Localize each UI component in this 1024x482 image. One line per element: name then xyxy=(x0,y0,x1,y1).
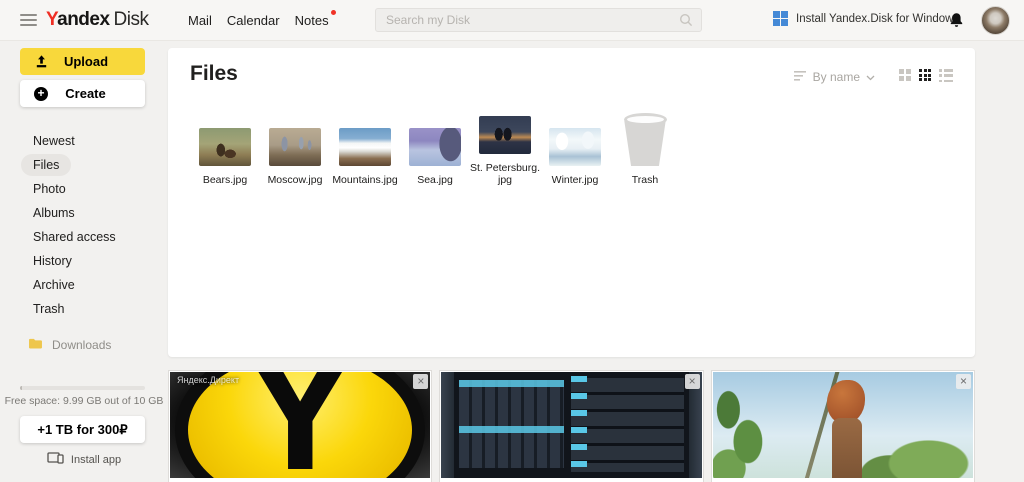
file-tile-moscow[interactable]: Moscow.jpg xyxy=(260,110,330,186)
trash-tile[interactable]: Trash xyxy=(610,110,680,186)
nav-calendar[interactable]: Calendar xyxy=(227,13,280,28)
upload-icon xyxy=(34,54,49,69)
downloads-label: Downloads xyxy=(52,338,111,352)
sidebar-item-files[interactable]: Files xyxy=(0,153,168,177)
view-toggle-group xyxy=(899,69,953,82)
install-windows-label: Install Yandex.Disk for Windows xyxy=(796,13,959,25)
sidebar-item-albums[interactable]: Albums xyxy=(0,201,168,225)
sidebar: Upload + Create Newest Files Photo Album… xyxy=(0,41,168,482)
file-name: Bears.jpg xyxy=(186,174,264,186)
folder-icon xyxy=(28,337,43,352)
sidebar-item-downloads[interactable]: Downloads xyxy=(28,337,111,352)
ad-banner-servers[interactable]: × xyxy=(439,370,703,482)
install-app-link[interactable]: Install app xyxy=(0,452,168,467)
file-name: Moscow.jpg xyxy=(256,174,334,186)
file-tile-mountains[interactable]: Mountains.jpg xyxy=(330,110,400,186)
hamburger-menu-icon[interactable] xyxy=(20,14,37,26)
upgrade-label: +1 TB for 300₽ xyxy=(37,422,127,438)
page-title: Files xyxy=(190,62,238,86)
file-thumbnail xyxy=(269,128,321,166)
view-grid-small-button[interactable] xyxy=(919,69,932,82)
search-input[interactable] xyxy=(376,13,679,27)
file-name: St. Petersburg. jpg xyxy=(466,162,544,186)
file-name: Mountains.jpg xyxy=(326,174,404,186)
upgrade-storage-button[interactable]: +1 TB for 300₽ xyxy=(20,416,145,443)
nav-notes[interactable]: Notes xyxy=(295,13,329,28)
sidebar-item-newest[interactable]: Newest xyxy=(0,129,168,153)
chevron-down-icon xyxy=(866,70,875,84)
logo-letter-y: Y xyxy=(46,9,57,30)
nav-mail[interactable]: Mail xyxy=(188,13,212,28)
sidebar-item-history[interactable]: History xyxy=(0,249,168,273)
file-thumbnail xyxy=(409,128,461,166)
install-app-icon xyxy=(47,452,64,467)
close-icon[interactable]: × xyxy=(413,374,428,389)
ad-banner-yandex[interactable]: Яндекс.Директ × Y xyxy=(168,370,432,482)
logo-brand: andex xyxy=(57,9,109,30)
file-tile-winter[interactable]: Winter.jpg xyxy=(540,110,610,186)
file-thumbnail xyxy=(199,128,251,166)
install-app-label: Install app xyxy=(71,454,121,466)
install-windows-link[interactable]: Install Yandex.Disk for Windows xyxy=(773,11,959,26)
file-name: Trash xyxy=(606,174,684,186)
sidebar-nav: Newest Files Photo Albums Shared access … xyxy=(0,129,168,321)
search-box xyxy=(375,8,702,32)
yandex-disk-logo[interactable]: YandexDisk xyxy=(46,9,149,31)
upload-button[interactable]: Upload xyxy=(20,48,145,75)
logo-product: Disk xyxy=(114,9,149,30)
ad-banner-row: Яндекс.Директ × Y × × xyxy=(168,370,975,482)
file-thumbnail xyxy=(549,128,601,166)
file-thumbnail xyxy=(339,128,391,166)
search-icon[interactable] xyxy=(679,13,693,27)
windows-logo-icon xyxy=(773,11,788,26)
plus-icon: + xyxy=(34,87,48,101)
sidebar-item-archive[interactable]: Archive xyxy=(0,273,168,297)
ad-image xyxy=(441,372,701,478)
view-grid-large-button[interactable] xyxy=(899,69,912,82)
files-grid: Bears.jpg Moscow.jpg Mountains.jpg Sea.j… xyxy=(190,98,680,186)
ad-image xyxy=(713,372,973,478)
upload-label: Upload xyxy=(49,54,123,69)
close-icon[interactable]: × xyxy=(956,374,971,389)
trash-icon xyxy=(623,113,668,166)
free-space-text: Free space: 9.99 GB out of 10 GB xyxy=(0,395,168,407)
sidebar-item-photo[interactable]: Photo xyxy=(0,177,168,201)
file-name: Winter.jpg xyxy=(536,174,614,186)
sort-dropdown[interactable]: By name xyxy=(794,70,875,84)
sort-icon xyxy=(794,70,807,84)
notes-badge xyxy=(331,10,336,15)
files-panel: Files By name Bears.jpg Moscow.jpg Mount… xyxy=(168,48,975,357)
ad-banner-game[interactable]: × xyxy=(711,370,975,482)
storage-progress-bar xyxy=(20,386,145,390)
header-nav: Mail Calendar Notes xyxy=(188,13,329,28)
ad-image: Y xyxy=(170,372,430,478)
file-name: Sea.jpg xyxy=(396,174,474,186)
sort-label: By name xyxy=(813,70,860,84)
user-avatar[interactable] xyxy=(981,6,1010,35)
top-header: YandexDisk Mail Calendar Notes Install Y… xyxy=(0,0,1024,41)
view-list-button[interactable] xyxy=(939,69,953,82)
file-tile-st-petersburg[interactable]: St. Petersburg. jpg xyxy=(470,98,540,186)
create-button[interactable]: + Create xyxy=(20,80,145,107)
ad-network-label: Яндекс.Директ xyxy=(177,375,239,385)
file-tile-bears[interactable]: Bears.jpg xyxy=(190,110,260,186)
sidebar-item-trash[interactable]: Trash xyxy=(0,297,168,321)
notifications-bell-icon[interactable] xyxy=(949,12,964,34)
create-label: Create xyxy=(48,86,123,101)
file-thumbnail xyxy=(479,116,531,154)
sidebar-item-shared-access[interactable]: Shared access xyxy=(0,225,168,249)
close-icon[interactable]: × xyxy=(685,374,700,389)
file-tile-sea[interactable]: Sea.jpg xyxy=(400,110,470,186)
